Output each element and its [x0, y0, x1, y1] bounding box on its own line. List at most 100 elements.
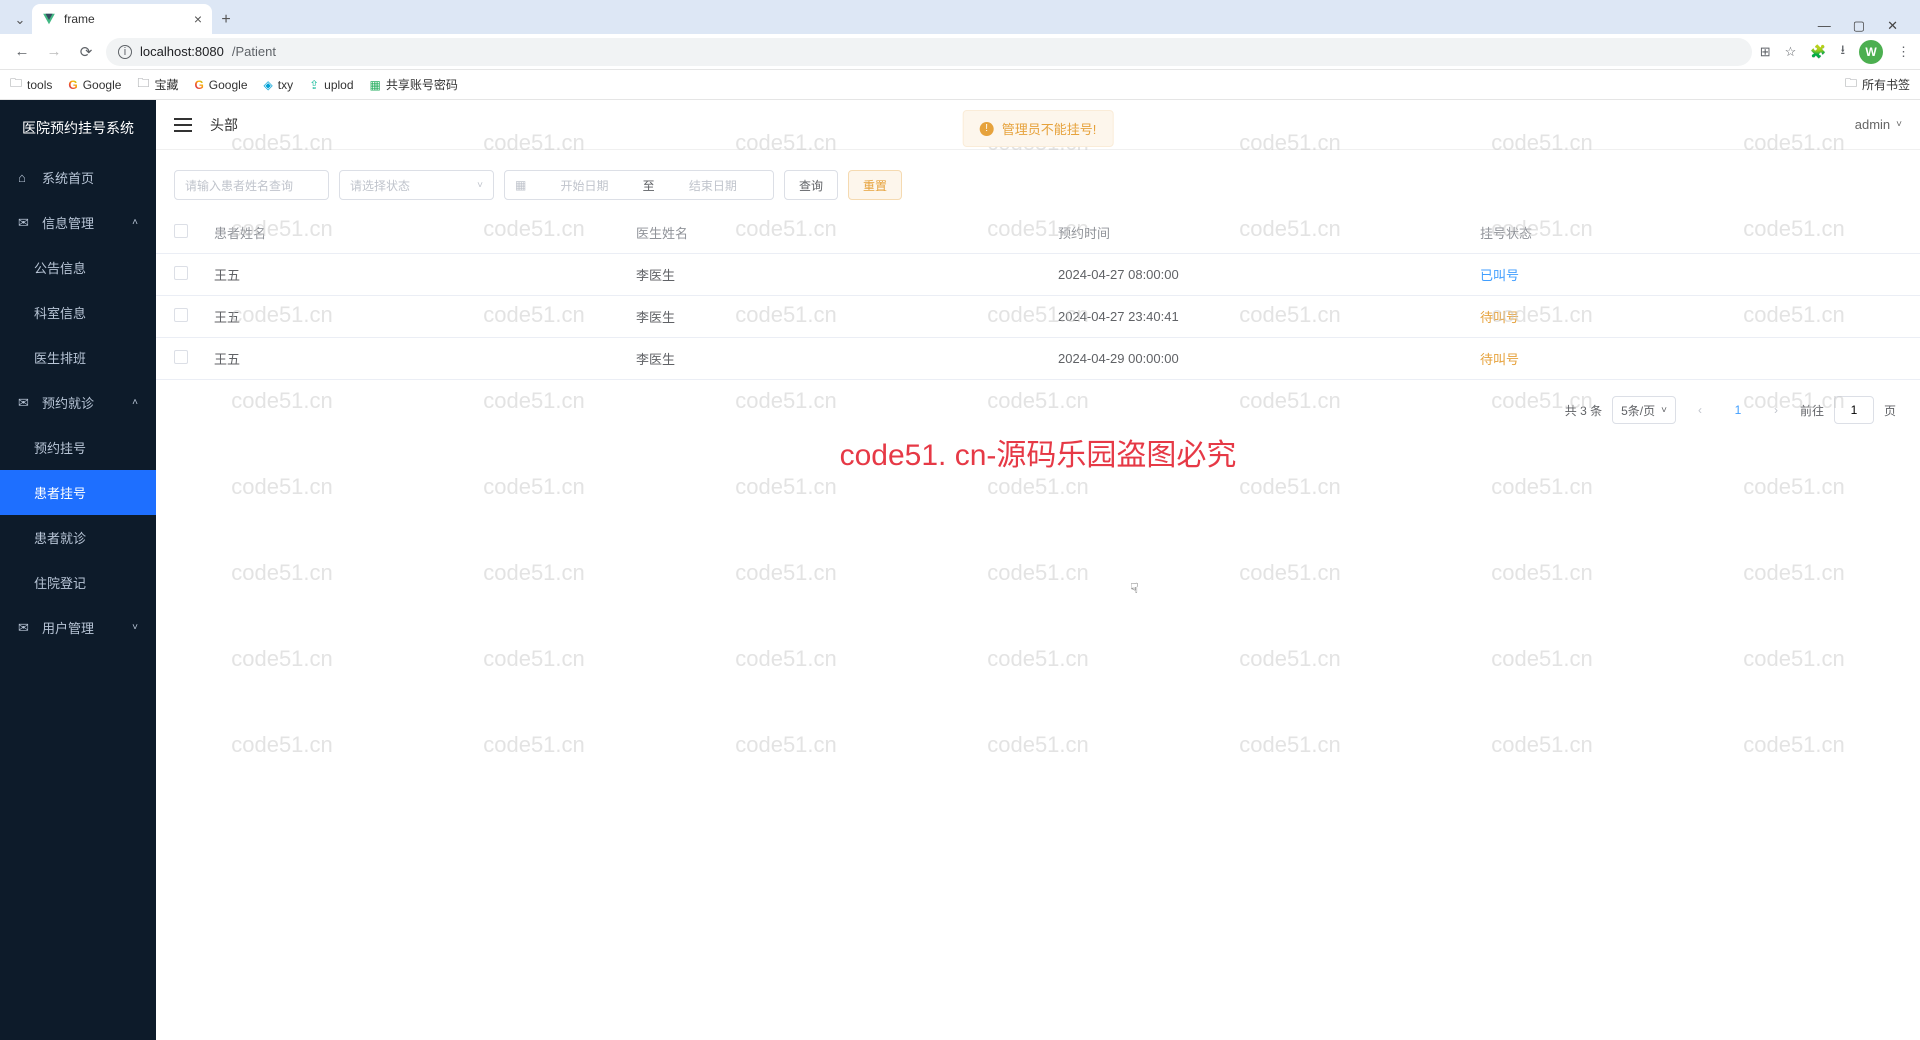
bookmark-upload[interactable]: ⇪uplod [309, 78, 353, 92]
back-icon[interactable]: ← [10, 40, 34, 64]
reset-button[interactable]: 重置 [848, 170, 902, 200]
cell-doctor: 李医生 [636, 307, 1058, 326]
sidebar-item-user-mgmt[interactable]: ✉用户管理˅ [0, 605, 156, 650]
bookmark-google-1[interactable]: GGoogle [68, 78, 121, 92]
install-icon[interactable]: ⊞ [1760, 44, 1771, 60]
bookmark-tools[interactable]: 🗀tools [10, 74, 52, 95]
forward-icon[interactable]: → [42, 40, 66, 64]
folder-icon: 🗀 [137, 74, 149, 95]
sidebar-item-doctor-schedule[interactable]: 医生排班 [0, 335, 156, 380]
notice-text: 管理员不能挂号! [1002, 119, 1097, 138]
upload-icon: ⇪ [309, 78, 319, 92]
th-doctor: 医生姓名 [636, 223, 1058, 242]
row-checkbox[interactable] [174, 308, 188, 322]
google-icon: G [194, 78, 203, 92]
sidebar: 医院预约挂号系统 ⌂系统首页 ✉信息管理˄ 公告信息 科室信息 医生排班 ✉预约… [0, 100, 156, 1040]
page-size-select[interactable]: 5条/页˅ [1612, 396, 1676, 424]
date-range-picker[interactable]: ▦ 开始日期 至 结束日期 [504, 170, 774, 200]
sidebar-item-patient-treatment[interactable]: 患者就诊 [0, 515, 156, 560]
url-host: localhost:8080 [140, 44, 224, 59]
bookmark-txy[interactable]: ◈txy [264, 78, 294, 92]
goto-prefix: 前往 [1800, 402, 1824, 419]
site-info-icon[interactable]: i [118, 45, 132, 59]
minimize-icon[interactable]: — [1818, 18, 1831, 34]
sidebar-item-inpatient[interactable]: 住院登记 [0, 560, 156, 605]
link-icon: ◈ [264, 78, 273, 92]
mail-icon: ✉ [18, 395, 32, 411]
cell-patient: 王五 [214, 265, 636, 284]
sidebar-item-patient-register[interactable]: 患者挂号 [0, 470, 156, 515]
cell-status: 已叫号 [1480, 265, 1902, 284]
cell-patient: 王五 [214, 349, 636, 368]
tab-dropdown-icon[interactable]: ⌄ [8, 6, 32, 34]
folder-icon: 🗀 [1845, 74, 1857, 95]
app: 医院预约挂号系统 ⌂系统首页 ✉信息管理˄ 公告信息 科室信息 医生排班 ✉预约… [0, 100, 1920, 1040]
bookmark-all[interactable]: 🗀所有书签 [1845, 74, 1910, 95]
sidebar-item-home[interactable]: ⌂系统首页 [0, 155, 156, 200]
bookmark-google-2[interactable]: GGoogle [194, 78, 247, 92]
reload-icon[interactable]: ⟳ [74, 40, 98, 64]
bookmark-treasure[interactable]: 🗀宝藏 [137, 74, 178, 95]
patient-name-input[interactable]: 请输入患者姓名查询 [174, 170, 329, 200]
sidebar-item-department[interactable]: 科室信息 [0, 290, 156, 335]
browser-tab[interactable]: frame × [32, 4, 212, 34]
chevron-down-icon: ˅ [132, 622, 138, 633]
mail-icon: ✉ [18, 215, 32, 231]
folder-icon: 🗀 [10, 74, 22, 95]
data-table: 患者姓名 医生姓名 预约时间 挂号状态 王五 李医生 2024-04-27 08… [156, 212, 1920, 380]
maximize-icon[interactable]: ▢ [1853, 18, 1865, 34]
row-checkbox[interactable] [174, 350, 188, 364]
sidebar-item-info-mgmt[interactable]: ✉信息管理˄ [0, 200, 156, 245]
profile-avatar[interactable]: W [1859, 40, 1883, 64]
main: 头部 admin˅ ! 管理员不能挂号! 请输入患者姓名查询 请选择状态˅ ▦ … [156, 100, 1920, 1040]
bookmark-star-icon[interactable]: ☆ [1785, 44, 1797, 60]
cell-time: 2024-04-27 08:00:00 [1058, 267, 1480, 282]
new-tab-button[interactable]: + [212, 6, 240, 34]
url-input[interactable]: i localhost:8080/Patient [106, 38, 1752, 66]
browser-chrome: ⌄ frame × + — ▢ ✕ ← → ⟳ i localhost:8080… [0, 0, 1920, 100]
next-page-icon[interactable]: › [1762, 396, 1790, 424]
warning-notice: ! 管理员不能挂号! [963, 110, 1114, 147]
pagination-total: 共 3 条 [1565, 402, 1602, 419]
extensions-icon[interactable]: 🧩 [1810, 44, 1826, 60]
cursor-icon: ☟ [1130, 580, 1139, 597]
prev-page-icon[interactable]: ‹ [1686, 396, 1714, 424]
address-bar: ← → ⟳ i localhost:8080/Patient ⊞ ☆ 🧩 ⭳ W… [0, 34, 1920, 70]
page-number[interactable]: 1 [1724, 396, 1752, 424]
browser-menu-icon[interactable]: ⋮ [1897, 44, 1910, 60]
table-row: 王五 李医生 2024-04-27 23:40:41 待叫号 [156, 296, 1920, 338]
sidebar-item-register[interactable]: 预约挂号 [0, 425, 156, 470]
status-select[interactable]: 请选择状态˅ [339, 170, 494, 200]
table-row: 王五 李医生 2024-04-29 00:00:00 待叫号 [156, 338, 1920, 380]
hamburger-icon[interactable] [174, 118, 192, 132]
chevron-down-icon: ˅ [1896, 119, 1902, 130]
url-path: /Patient [232, 44, 276, 59]
tab-title: frame [64, 12, 186, 26]
th-status: 挂号状态 [1480, 223, 1902, 242]
row-checkbox[interactable] [174, 266, 188, 280]
goto-page-input[interactable] [1834, 396, 1874, 424]
warning-icon: ! [980, 122, 994, 136]
favicon-icon [42, 12, 56, 26]
th-patient: 患者姓名 [214, 223, 636, 242]
user-menu[interactable]: admin˅ [1855, 117, 1902, 132]
sidebar-item-announcement[interactable]: 公告信息 [0, 245, 156, 290]
search-bar: 请输入患者姓名查询 请选择状态˅ ▦ 开始日期 至 结束日期 查询 重置 [156, 150, 1920, 212]
chevron-up-icon: ˄ [132, 217, 138, 228]
tab-close-icon[interactable]: × [194, 11, 202, 27]
bookmark-shared[interactable]: ▦共享账号密码 [370, 76, 458, 93]
chevron-down-icon: ˅ [1661, 405, 1667, 416]
sidebar-item-appointment[interactable]: ✉预约就诊˄ [0, 380, 156, 425]
close-window-icon[interactable]: ✕ [1887, 18, 1898, 34]
download-icon[interactable]: ⭳ [1840, 41, 1845, 63]
cell-time: 2024-04-29 00:00:00 [1058, 351, 1480, 366]
cell-doctor: 李医生 [636, 265, 1058, 284]
query-button[interactable]: 查询 [784, 170, 838, 200]
cell-time: 2024-04-27 23:40:41 [1058, 309, 1480, 324]
chevron-down-icon: ˅ [477, 180, 483, 191]
bookmark-bar: 🗀tools GGoogle 🗀宝藏 GGoogle ◈txy ⇪uplod ▦… [0, 70, 1920, 100]
mail-icon: ✉ [18, 620, 32, 636]
cell-doctor: 李医生 [636, 349, 1058, 368]
goto-suffix: 页 [1884, 402, 1896, 419]
select-all-checkbox[interactable] [174, 224, 188, 238]
